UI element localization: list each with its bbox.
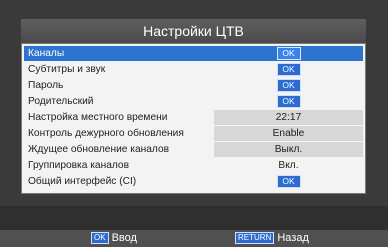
channel-grouping-value: Вкл. — [278, 160, 299, 171]
menu-item-value-area: Выкл. — [214, 142, 363, 157]
menu-item-label: Настройка местного времени — [28, 112, 168, 123]
ok-button[interactable]: OK — [276, 175, 301, 188]
return-key-icon: RETURN — [235, 232, 275, 244]
enter-label: Ввод — [111, 232, 137, 244]
ok-button[interactable]: OK — [276, 95, 301, 108]
ok-key-icon: OK — [91, 232, 109, 244]
ok-button[interactable]: OK — [276, 47, 301, 60]
menu-title: Настройки ЦТВ — [21, 19, 366, 43]
enter-hint[interactable]: OK Ввод — [91, 232, 137, 245]
menu-item-channel-grouping[interactable]: Группировка каналов Вкл. — [24, 158, 363, 173]
menu-item-local-time[interactable]: Настройка местного времени 22:17 — [24, 110, 363, 125]
menu-item-value-area: OK — [214, 78, 363, 93]
menu-item-parental[interactable]: Родительский OK — [24, 94, 363, 109]
standby-channel-update-value: Выкл. — [274, 144, 303, 155]
menu-item-label: Контроль дежурного обновления — [28, 128, 184, 139]
menu-item-label: Родительский — [28, 96, 94, 107]
menu-item-standby-update-control[interactable]: Контроль дежурного обновления Enable — [24, 126, 363, 141]
local-time-value: 22:17 — [275, 112, 302, 123]
ok-button[interactable]: OK — [276, 63, 301, 76]
back-hint[interactable]: RETURN Назад — [235, 232, 309, 245]
menu-item-value-area: 22:17 — [214, 110, 363, 125]
menu-item-common-interface[interactable]: Общий интерфейс (CI) OK — [24, 174, 363, 189]
footer-hints: OK Ввод RETURN Назад — [0, 230, 388, 247]
menu-item-label: Группировка каналов — [28, 160, 130, 171]
menu-item-value-area: OK — [214, 46, 363, 61]
menu-item-label: Ждущее обновление каналов — [28, 144, 170, 155]
menu-item-value-area: OK — [214, 94, 363, 109]
menu-item-value-area: Вкл. — [214, 158, 363, 173]
menu-item-channels[interactable]: Каналы OK — [24, 46, 363, 61]
menu-item-value-area: OK — [214, 174, 363, 189]
menu-item-label: Пароль — [28, 80, 64, 91]
menu-item-subtitles-audio[interactable]: Субтитры и звук OK — [24, 62, 363, 77]
menu-item-password[interactable]: Пароль OK — [24, 78, 363, 93]
menu-item-label: Субтитры и звук — [28, 64, 106, 75]
back-label: Назад — [277, 232, 309, 244]
menu-item-value-area: OK — [214, 62, 363, 77]
bottom-strip — [0, 206, 388, 230]
tv-screen: Настройки ЦТВ Каналы OK Субтитры и звук … — [0, 0, 388, 247]
standby-update-value: Enable — [272, 128, 305, 139]
menu-item-standby-channel-update[interactable]: Ждущее обновление каналов Выкл. — [24, 142, 363, 157]
ok-button[interactable]: OK — [276, 79, 301, 92]
menu-item-label: Каналы — [28, 48, 65, 59]
settings-menu: Каналы OK Субтитры и звук OK Пароль OK Р… — [21, 43, 366, 194]
menu-item-label: Общий интерфейс (CI) — [28, 176, 137, 187]
menu-item-value-area: Enable — [214, 126, 363, 141]
